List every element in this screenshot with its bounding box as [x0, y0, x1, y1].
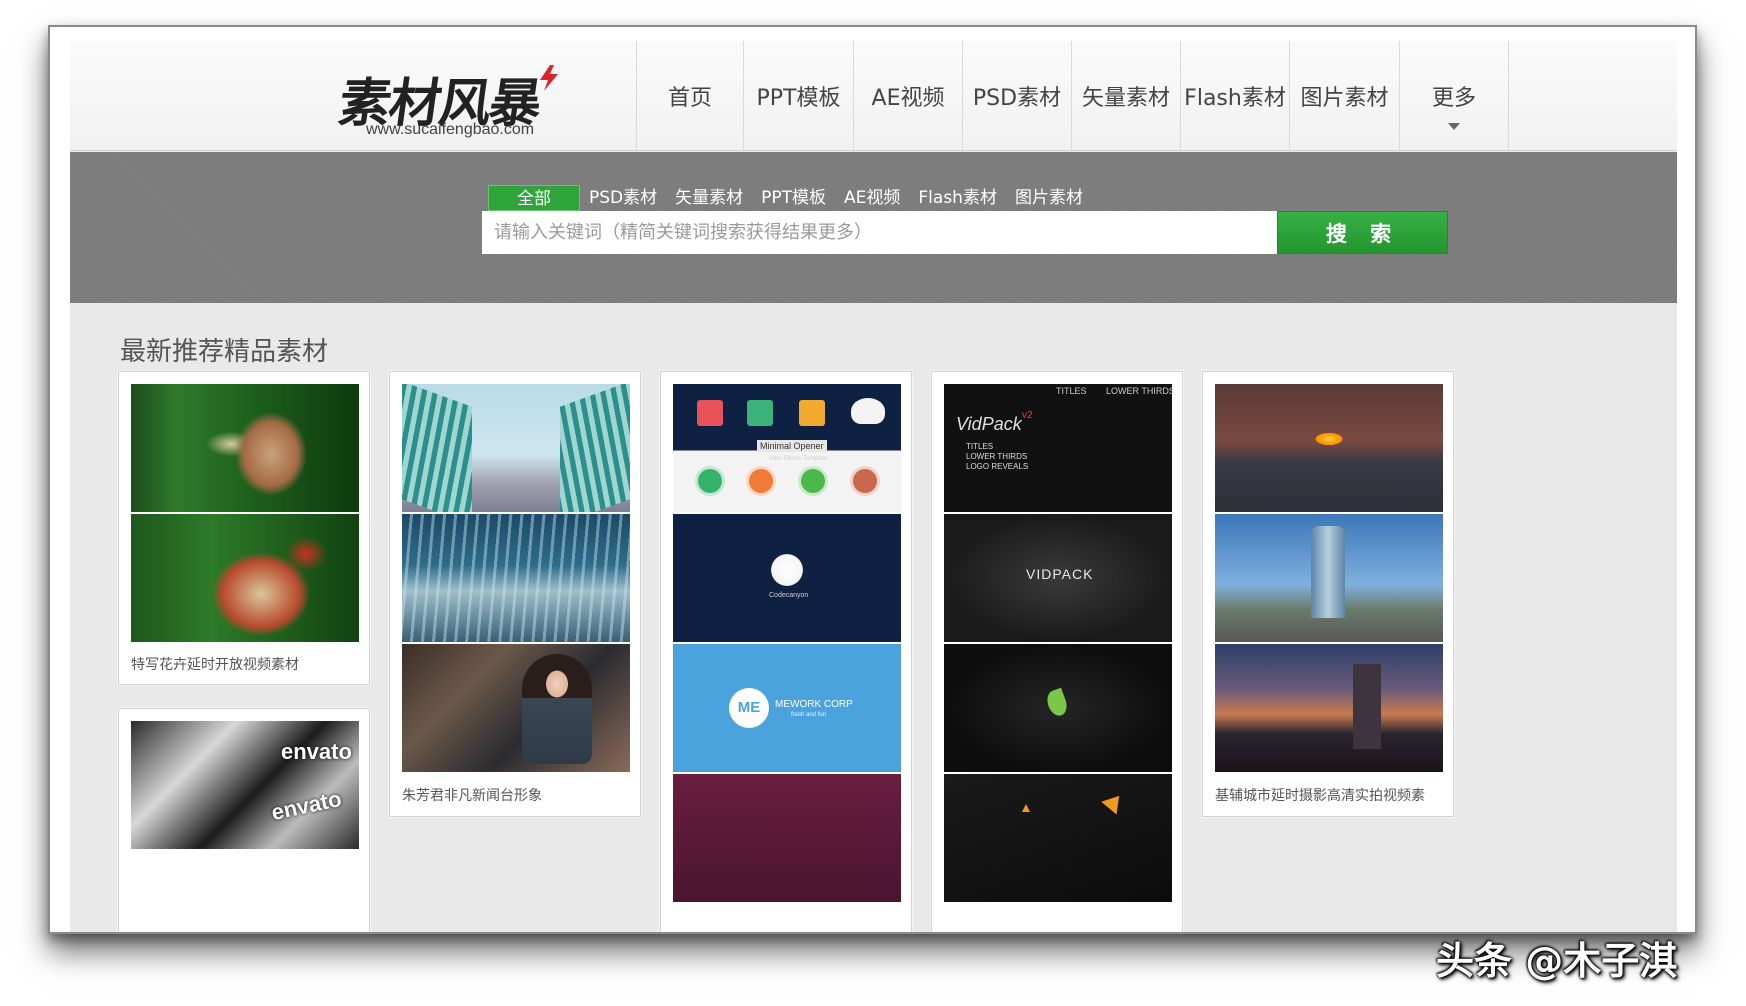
search-button[interactable]: 搜 索: [1277, 211, 1448, 254]
search-tab-vector[interactable]: 矢量素材: [666, 185, 752, 211]
edit-icon: [850, 466, 880, 496]
template-subtitle: After Effects Template: [769, 456, 828, 462]
photo-icon: [746, 466, 776, 496]
thumbnail-image: Codecanyon: [673, 514, 901, 642]
search-input[interactable]: [482, 211, 1277, 254]
template-title: Minimal Opener: [757, 440, 827, 452]
nav-item-label: AE视频: [871, 86, 945, 111]
site-header: 素材风暴 www.sucaifengbao.com 首页 PPT模板 AE视频 …: [70, 41, 1677, 151]
search-tab-ppt[interactable]: PPT模板: [752, 185, 835, 211]
thumbnail-image: envato envato: [131, 721, 359, 849]
search-tab-ae[interactable]: AE视频: [835, 185, 909, 211]
nav-item-psd[interactable]: PSD素材: [963, 41, 1072, 151]
search-tab-all[interactable]: 全部: [488, 185, 580, 211]
section-title: 最新推荐精品素材: [120, 337, 329, 367]
nav-item-ae[interactable]: AE视频: [854, 41, 963, 151]
thumbnail-image: [944, 644, 1172, 772]
envato-text: envato: [269, 785, 344, 826]
nav-item-flash[interactable]: Flash素材: [1181, 41, 1290, 151]
vidpack-caps: VIDPACK: [1026, 566, 1094, 582]
logo-url: www.sucaifengbao.com: [366, 121, 535, 138]
nav-item-label: Flash素材: [1184, 86, 1286, 111]
search-tab-flash[interactable]: Flash素材: [909, 185, 1006, 211]
search-tab-images[interactable]: 图片素材: [1006, 185, 1092, 211]
vidpack-version: v2: [1022, 410, 1033, 421]
page: 素材风暴 www.sucaifengbao.com 首页 PPT模板 AE视频 …: [70, 41, 1677, 932]
nav-item-label: PPT模板: [756, 86, 841, 111]
eagle-icon: [851, 398, 885, 424]
nav-item-label: 矢量素材: [1081, 86, 1170, 111]
thumbnail-image: ME MEWORK CORP fresh and fun: [673, 644, 901, 772]
card-caption[interactable]: 朱芳君非凡新闻台形象: [402, 785, 542, 805]
thumbnail-image: [131, 514, 359, 642]
vidpack-title: VidPack: [956, 414, 1022, 434]
thumbnail-image: VidPack v2 TITLES LOWER THIRDS TITLES LO…: [944, 384, 1172, 512]
browser-frame: 素材风暴 www.sucaifengbao.com 首页 PPT模板 AE视频 …: [48, 25, 1697, 934]
card-thumbnails: [131, 384, 359, 644]
thumbnail-image: [402, 384, 630, 512]
triangle-shape: [1022, 804, 1030, 812]
thumbnail-image: [944, 774, 1172, 902]
triangle-shape: [1101, 789, 1127, 815]
nav-item-label: PSD素材: [972, 86, 1062, 111]
vidpack-list: TITLES LOWER THIRDS LOGO REVEALS: [966, 442, 1029, 471]
nav-item-images[interactable]: 图片素材: [1290, 41, 1400, 151]
search-band: 全部 PSD素材 矢量素材 PPT模板 AE视频 Flash素材 图片素材 搜 …: [70, 152, 1677, 303]
thumbnail-image: [1215, 514, 1443, 642]
titles-label: TITLES: [1056, 386, 1087, 396]
material-card[interactable]: VidPack v2 TITLES LOWER THIRDS TITLES LO…: [931, 371, 1183, 932]
card-caption[interactable]: 基辅城市延时摄影高清实拍视频素: [1215, 785, 1425, 805]
thumbnail-image: Minimal Opener After Effects Template: [673, 384, 901, 512]
gear-icon: [799, 400, 825, 426]
search-category-tabs: 全部 PSD素材 矢量素材 PPT模板 AE视频 Flash素材 图片素材: [488, 185, 1092, 211]
mework-subtext: fresh and fun: [791, 712, 827, 718]
card-thumbnails: [1215, 384, 1443, 774]
thumbnail-image: VIDPACK: [944, 514, 1172, 642]
mework-logo: ME: [729, 688, 769, 728]
codecanyon-text: Codecanyon: [769, 592, 809, 599]
nav-item-label: 图片素材: [1300, 86, 1389, 111]
lower-thirds-label: LOWER THIRDS: [1106, 386, 1172, 396]
search-tab-psd[interactable]: PSD素材: [580, 185, 666, 211]
leaf-icon: [695, 466, 725, 496]
thumbnail-image: [1215, 384, 1443, 512]
nav-item-label: 首页: [667, 86, 712, 111]
thumbnail-image: [131, 384, 359, 512]
mework-text: MEWORK CORP: [775, 699, 853, 710]
nav-item-ppt[interactable]: PPT模板: [744, 41, 854, 151]
nav-item-home[interactable]: 首页: [637, 41, 744, 151]
thumbnail-image: [402, 644, 630, 772]
nav-item-vector[interactable]: 矢量素材: [1072, 41, 1181, 151]
gamepad-icon: [697, 400, 723, 426]
material-card[interactable]: 朱芳君非凡新闻台形象: [389, 371, 641, 817]
thumbnail-image: [673, 774, 901, 902]
watermark: 头条 @木子淇: [1436, 939, 1678, 983]
material-card[interactable]: envato envato: [118, 708, 370, 932]
card-thumbnails: VidPack v2 TITLES LOWER THIRDS TITLES LO…: [944, 384, 1172, 904]
material-card[interactable]: 特写花卉延时开放视频素材: [118, 371, 370, 685]
card-thumbnails: Minimal Opener After Effects Template Co…: [673, 384, 901, 904]
nav-item-label: 更多: [1431, 86, 1476, 111]
main-nav: 首页 PPT模板 AE视频 PSD素材 矢量素材 Flash素材 图片素材 更多: [636, 41, 1509, 151]
thumbnail-image: [1215, 644, 1443, 772]
card-caption[interactable]: 特写花卉延时开放视频素材: [131, 654, 299, 674]
thumbnail-image: [402, 514, 630, 642]
card-thumbnails: envato envato: [131, 721, 359, 851]
leaf-icon: [1044, 687, 1070, 719]
shop-icon: [747, 400, 773, 426]
card-thumbnails: [402, 384, 630, 774]
refresh-icon: [798, 466, 828, 496]
envato-text: envato: [281, 739, 352, 764]
material-card[interactable]: 基辅城市延时摄影高清实拍视频素: [1202, 371, 1454, 817]
lightning-icon: [540, 65, 558, 91]
material-card[interactable]: Minimal Opener After Effects Template Co…: [660, 371, 912, 932]
nav-item-more[interactable]: 更多: [1400, 41, 1509, 151]
site-logo[interactable]: 素材风暴 www.sucaifengbao.com: [335, 61, 590, 141]
chevron-down-icon: [1448, 123, 1460, 130]
